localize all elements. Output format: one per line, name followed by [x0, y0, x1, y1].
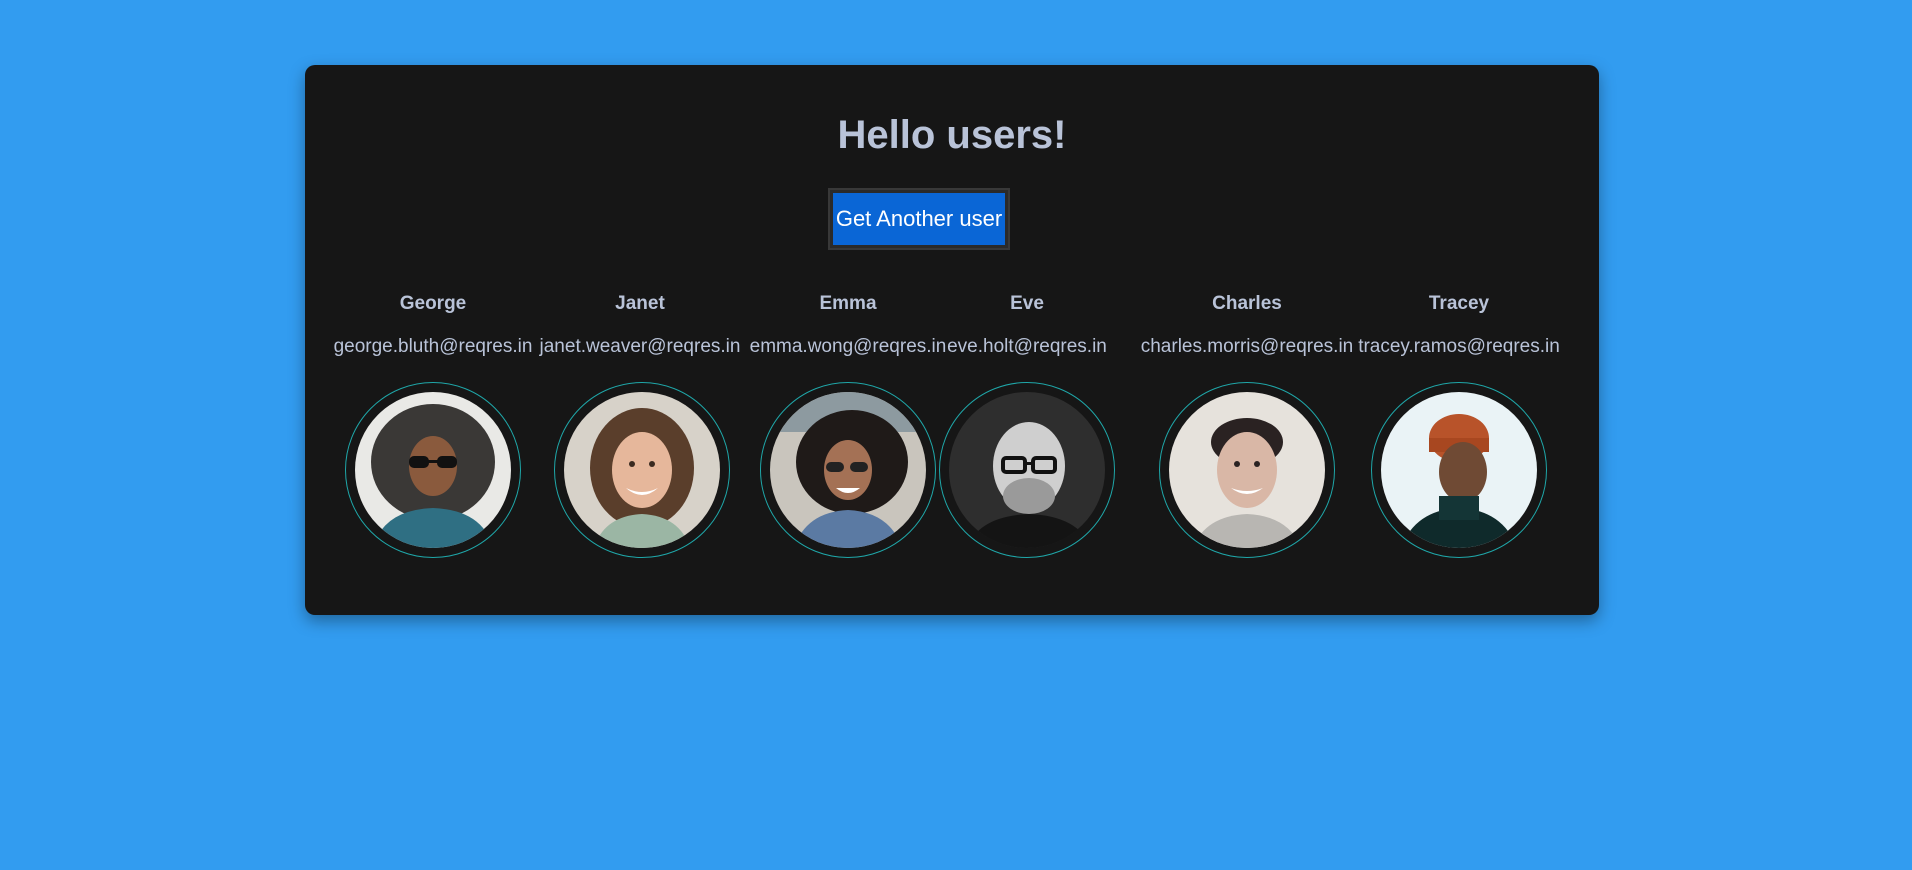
avatar-ring [345, 382, 521, 558]
user-name: Eve [1010, 293, 1044, 314]
user-name: George [399, 293, 467, 314]
avatar-emma [770, 392, 926, 548]
users-list: George george.bluth@reqres.in Janet jane… [305, 293, 1599, 593]
avatar-photo-icon [355, 392, 511, 548]
user-email: george.bluth@reqres.in [333, 336, 533, 357]
avatar-ring [939, 382, 1115, 558]
avatar-ring [1159, 382, 1335, 558]
avatar-george [355, 392, 511, 548]
user-name: Emma [819, 293, 877, 314]
users-card: Hello users! Get Another user George geo… [305, 65, 1599, 615]
avatar-photo-icon [949, 392, 1105, 548]
button-frame: Get Another user [828, 188, 1010, 250]
avatar-ring [1371, 382, 1547, 558]
user-email: eve.holt@reqres.in [947, 336, 1107, 357]
user-email: tracey.ramos@reqres.in [1358, 336, 1560, 357]
user-name: Tracey [1428, 293, 1490, 314]
user-name: Janet [615, 293, 665, 314]
page-title: Hello users! [837, 113, 1067, 157]
avatar-tracey [1381, 392, 1537, 548]
get-another-user-button[interactable]: Get Another user [833, 193, 1005, 245]
user-email: charles.morris@reqres.in [1140, 336, 1354, 357]
avatar-janet [564, 392, 720, 548]
avatar-photo-icon [1169, 392, 1325, 548]
avatar-ring [554, 382, 730, 558]
user-email: janet.weaver@reqres.in [539, 336, 741, 357]
avatar-ring [760, 382, 936, 558]
avatar-photo-icon [564, 392, 720, 548]
user-email: emma.wong@reqres.in [749, 336, 947, 357]
avatar-photo-icon [1381, 392, 1537, 548]
avatar-charles [1169, 392, 1325, 548]
user-name: Charles [1212, 293, 1282, 314]
avatar-eve [949, 392, 1105, 548]
avatar-photo-icon [770, 392, 926, 548]
